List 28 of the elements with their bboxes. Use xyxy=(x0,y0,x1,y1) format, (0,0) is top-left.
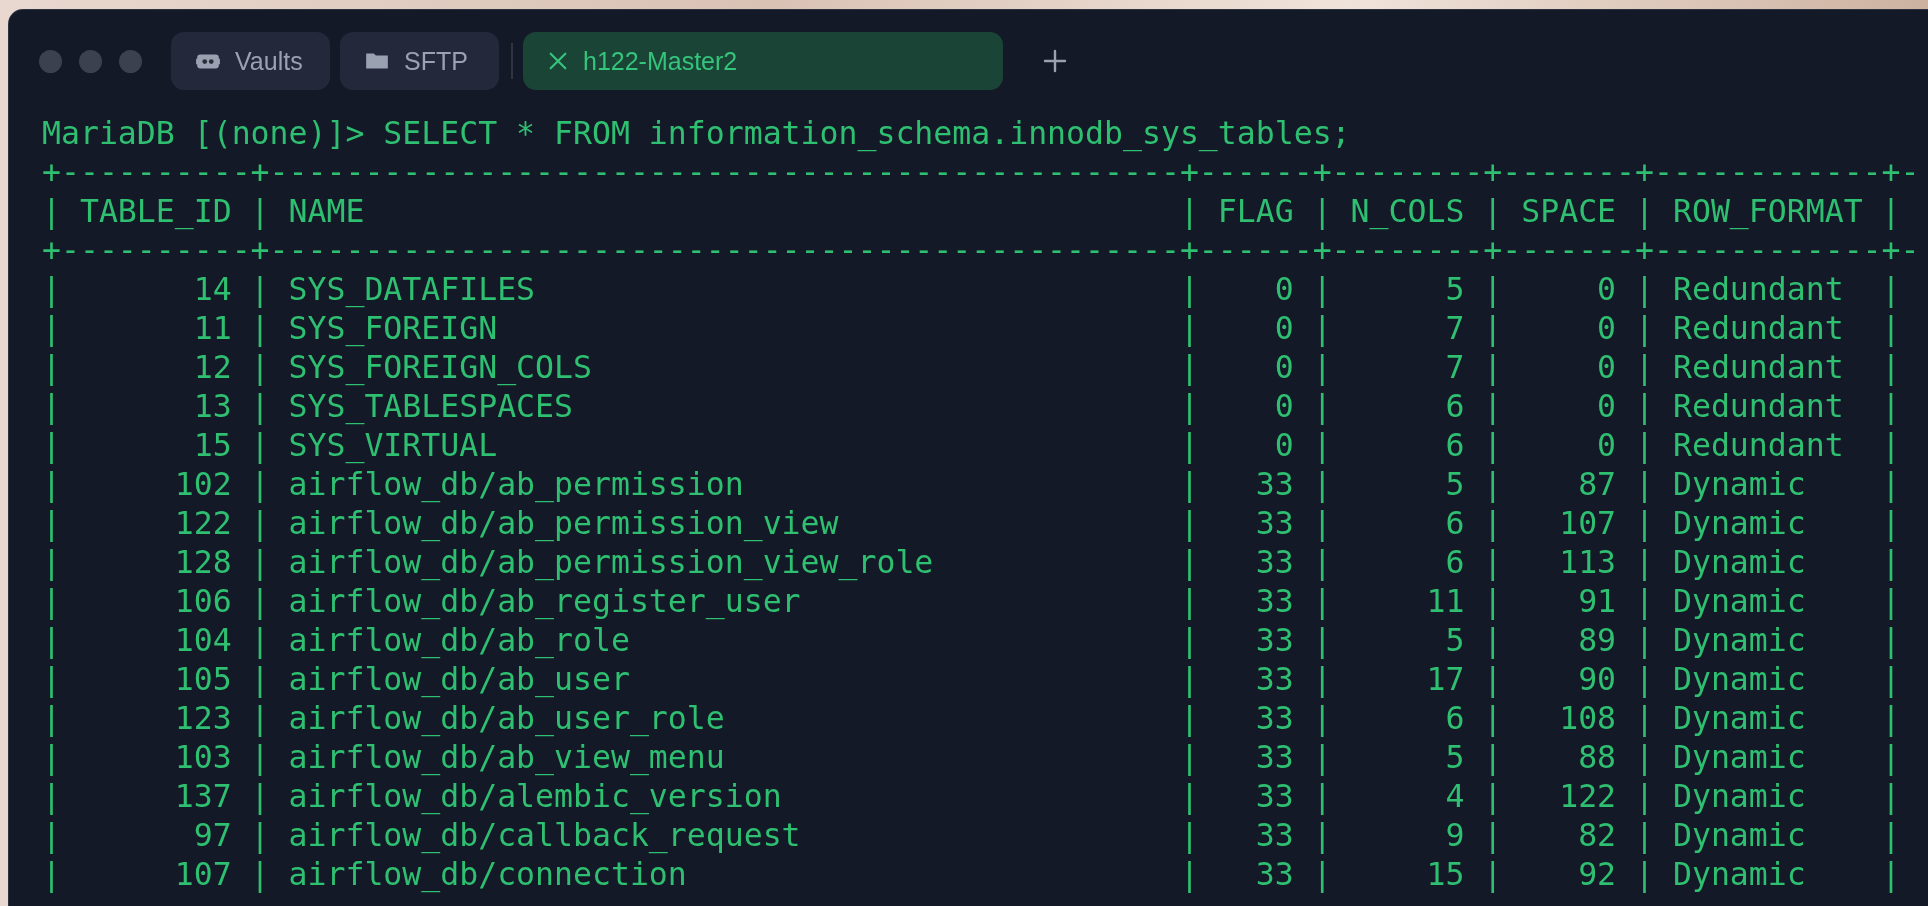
table-row: | 106 | airflow_db/ab_register_user | 33 | 11 | 91 | Dynamic | xyxy=(42,582,1901,621)
table-row: | 105 | airflow_db/ab_user | 33 | 17 | 90 | Dynamic | xyxy=(42,660,1901,699)
window-control-icon[interactable] xyxy=(39,49,62,73)
table-row: | 13 | SYS_TABLESPACES | 0 | 6 | 0 | Redundant | xyxy=(42,387,1901,426)
tab[interactable]: SFTP xyxy=(340,32,499,90)
table-row: | 123 | airflow_db/ab_user_role | 33 | 6 | 108 | Dynamic | xyxy=(42,699,1901,738)
table-row: | 128 | airflow_db/ab_permission_view_role | 33 | 6 | 113 | Dynamic | xyxy=(42,543,1901,582)
table-row: | 97 | airflow_db/callback_request | 33 | 9 | 82 | Dynamic | xyxy=(42,816,1901,855)
table-row: | 15 | SYS_VIRTUAL | 0 | 6 | 0 | Redundant | xyxy=(42,426,1901,465)
table-row: | 122 | airflow_db/ab_permission_view | 33 | 6 | 107 | Dynamic | xyxy=(42,504,1901,543)
table-row: | 107 | airflow_db/connection | 33 | 15 | 92 | Dynamic | xyxy=(42,855,1901,894)
table-header: | TABLE_ID | NAME | FLAG | N_COLS | SPACE | ROW_FORMAT | xyxy=(42,192,1901,231)
table-row: | 102 | airflow_db/ab_permission | 33 | 5 | 87 | Dynamic | xyxy=(42,465,1901,504)
window-control-icon[interactable] xyxy=(79,49,102,73)
table-row: | 11 | SYS_FOREIGN | 0 | 7 | 0 | Redundant | xyxy=(42,309,1901,348)
close-icon[interactable] xyxy=(547,50,569,72)
table-row: | 12 | SYS_FOREIGN_COLS | 0 | 7 | 0 | Redundant | xyxy=(42,348,1901,387)
table-row: | 103 | airflow_db/ab_view_menu | 33 | 5 | 88 | Dynamic | xyxy=(42,738,1901,777)
plus-icon[interactable] xyxy=(1043,49,1067,73)
table-border: +----------+------------------------------------------------+------+--------+-------+------------+- xyxy=(42,231,1920,270)
table-border: +----------+------------------------------------------------+------+--------+-------+------------+- xyxy=(42,153,1920,192)
table-row: | 137 | airflow_db/alembic_version | 33 | 4 | 122 | Dynamic | xyxy=(42,777,1901,816)
table-row: | 14 | SYS_DATAFILES | 0 | 5 | 0 | Redundant | xyxy=(42,270,1901,309)
command-line: MariaDB [(none)]> SELECT * FROM information_schema.innodb_sys_tables; xyxy=(42,114,1351,153)
tab[interactable]: h122-Master2 xyxy=(523,32,1003,90)
table-row: | 104 | airflow_db/ab_role | 33 | 5 | 89 | Dynamic | xyxy=(42,621,1901,660)
tab[interactable]: Vaults xyxy=(171,32,330,90)
window-control-icon[interactable] xyxy=(119,49,142,73)
